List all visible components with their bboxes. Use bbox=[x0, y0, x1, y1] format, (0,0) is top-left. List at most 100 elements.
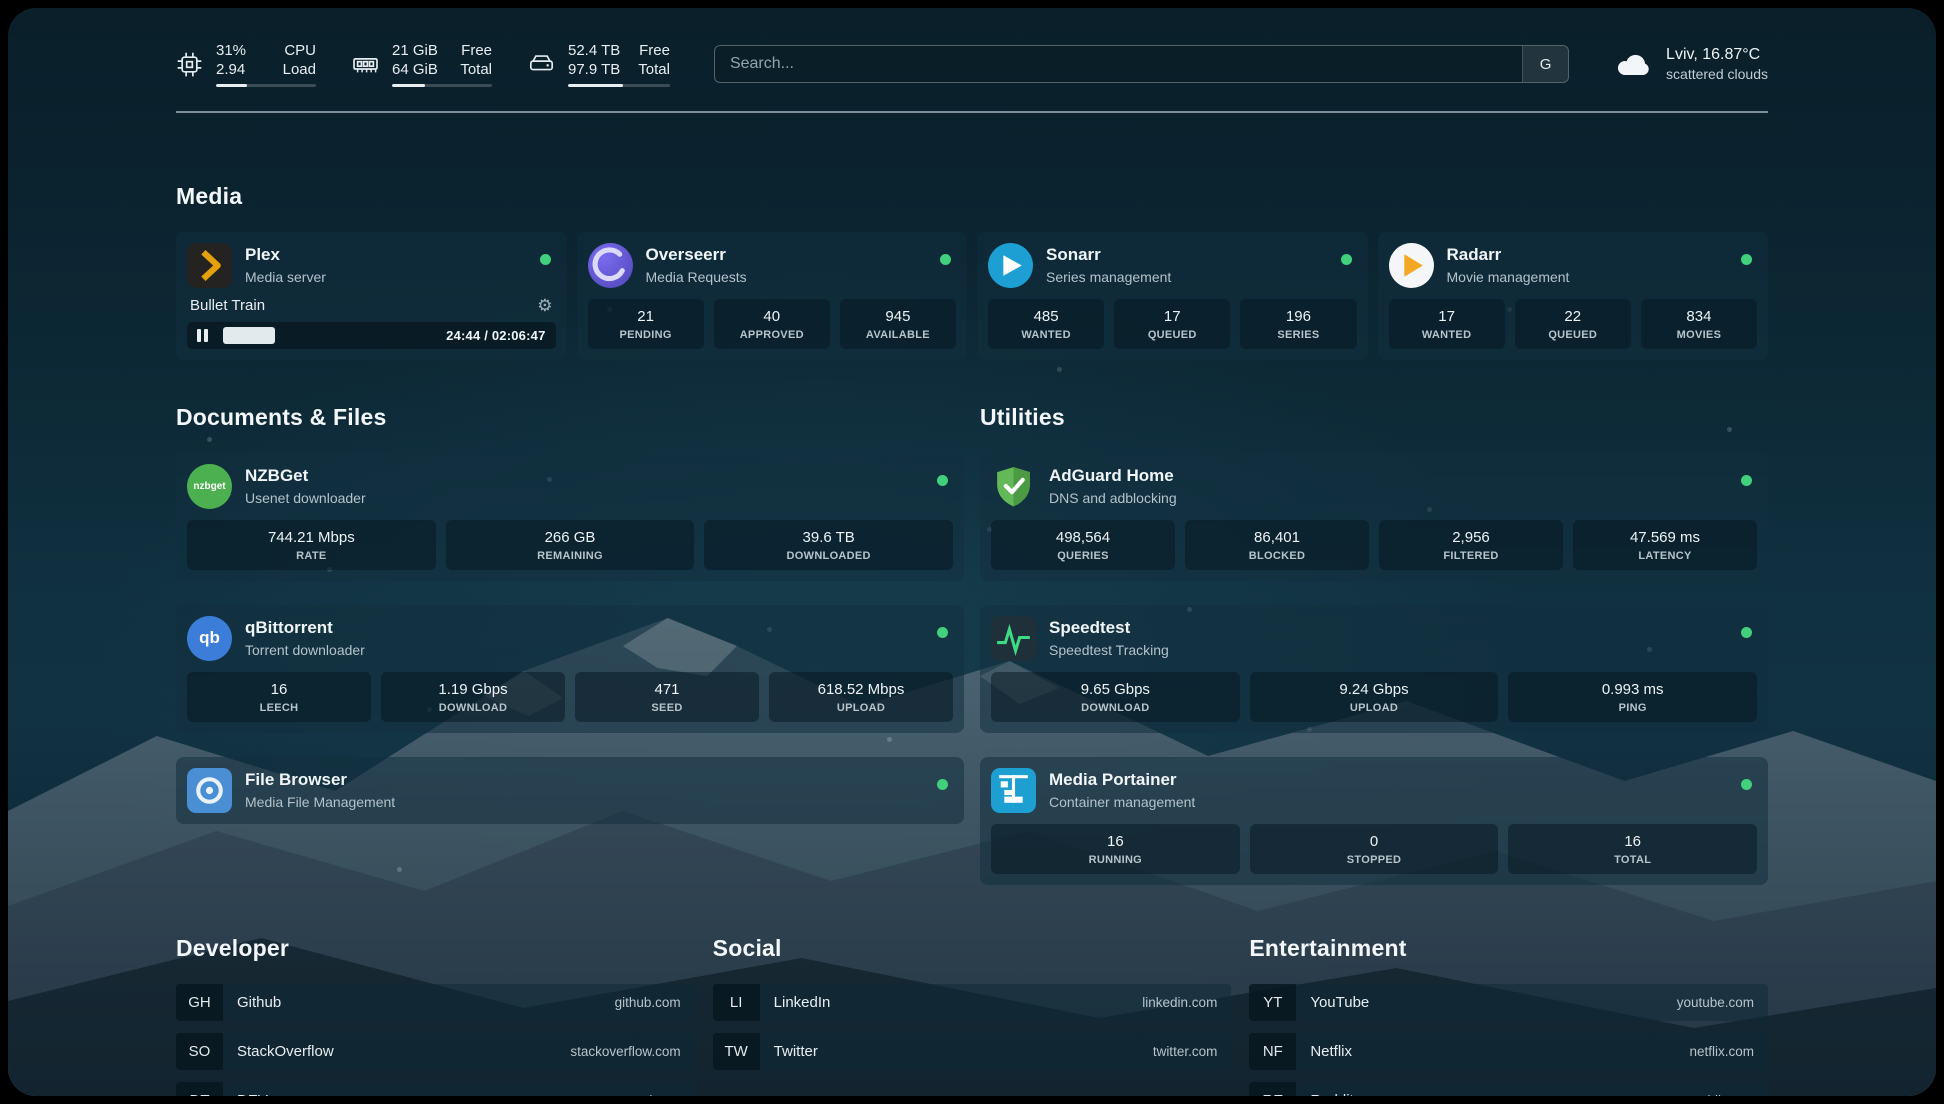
radarr-card[interactable]: Radarr Movie management 17 WANTED 22 QUE… bbox=[1378, 232, 1769, 360]
bookmark-twitter[interactable]: TW Twitter twitter.com bbox=[713, 1033, 1232, 1070]
bookmark-abbr: NF bbox=[1249, 1033, 1296, 1070]
memory-total: 64 GiB bbox=[392, 61, 438, 80]
service-subtitle: Series management bbox=[1046, 269, 1171, 285]
bookmark-netflix[interactable]: NF Netflix netflix.com bbox=[1249, 1033, 1768, 1070]
memory-bar-fill bbox=[392, 84, 425, 87]
bookmark-url: github.com bbox=[615, 995, 681, 1010]
bookmark-linkedin[interactable]: LI LinkedIn linkedin.com bbox=[713, 984, 1232, 1021]
cpu-percent: 31% bbox=[216, 42, 246, 61]
weather-location: Lviv, 16.87°C bbox=[1666, 46, 1768, 64]
cloud-icon bbox=[1615, 49, 1653, 79]
stat-upload: 618.52 Mbps UPLOAD bbox=[769, 672, 953, 722]
stat-wanted: 17 WANTED bbox=[1389, 299, 1505, 349]
disk-widget: 52.4 TB Free 97.9 TB Total bbox=[528, 42, 670, 87]
now-playing-title: Bullet Train bbox=[190, 297, 265, 314]
bookmark-name: Github bbox=[237, 994, 281, 1011]
service-subtitle: Media File Management bbox=[245, 794, 395, 810]
bookmark-name: StackOverflow bbox=[237, 1043, 334, 1060]
bookmark-name: Reddit bbox=[1310, 1092, 1353, 1097]
media-grid: Plex Media server Bullet Train ⚙ 24:44 /… bbox=[176, 232, 1768, 360]
bookmark-name: Twitter bbox=[774, 1043, 818, 1060]
section-title-media: Media bbox=[176, 183, 1768, 210]
disk-icon bbox=[528, 51, 555, 78]
overseerr-icon bbox=[588, 243, 633, 288]
qbittorrent-card[interactable]: qb qBittorrent Torrent downloader 16 LEE… bbox=[176, 605, 964, 733]
documents-column: Documents & Files nzbget NZBGet Usenet d… bbox=[176, 404, 964, 824]
pause-icon[interactable] bbox=[197, 329, 208, 342]
bookmark-url: youtube.com bbox=[1677, 995, 1754, 1010]
stat-rate: 744.21 Mbps RATE bbox=[187, 520, 436, 570]
memory-bar bbox=[392, 84, 492, 87]
search-input[interactable] bbox=[715, 46, 1522, 82]
playback-progress-fill bbox=[223, 327, 275, 344]
section-title-documents: Documents & Files bbox=[176, 404, 964, 431]
stat-leech: 16 LEECH bbox=[187, 672, 371, 722]
section-title-social: Social bbox=[713, 935, 1232, 962]
portainer-card[interactable]: Media Portainer Container management 16 … bbox=[980, 757, 1768, 885]
cpu-bar-fill bbox=[216, 84, 247, 87]
sonarr-card[interactable]: Sonarr Series management 485 WANTED 17 Q… bbox=[977, 232, 1368, 360]
resource-widgets: 31% CPU 2.94 Load bbox=[176, 42, 670, 87]
stat-downloaded: 39.6 TB DOWNLOADED bbox=[704, 520, 953, 570]
stat-blocked: 86,401 BLOCKED bbox=[1185, 520, 1369, 570]
nzbget-icon: nzbget bbox=[187, 464, 232, 509]
stat-total: 16 TOTAL bbox=[1508, 824, 1757, 874]
speedtest-card[interactable]: Speedtest Speedtest Tracking 9.65 Gbps D… bbox=[980, 605, 1768, 733]
entertainment-column: Entertainment YT YouTube youtube.com NF … bbox=[1249, 935, 1768, 1097]
memory-icon bbox=[352, 51, 379, 78]
stat-available: 945 AVAILABLE bbox=[840, 299, 956, 349]
bookmark-abbr: GH bbox=[176, 984, 223, 1021]
service-name: Media Portainer bbox=[1049, 770, 1195, 790]
stat-queued: 17 QUEUED bbox=[1114, 299, 1230, 349]
overseerr-card[interactable]: Overseerr Media Requests 21 PENDING 40 A… bbox=[577, 232, 968, 360]
bookmark-youtube[interactable]: YT YouTube youtube.com bbox=[1249, 984, 1768, 1021]
bookmark-abbr: RE bbox=[1249, 1082, 1296, 1097]
bookmark-github[interactable]: GH Github github.com bbox=[176, 984, 695, 1021]
stat-movies: 834 MOVIES bbox=[1641, 299, 1757, 349]
topbar-divider bbox=[176, 111, 1768, 113]
status-dot bbox=[1741, 779, 1752, 790]
stat-download: 9.65 Gbps DOWNLOAD bbox=[991, 672, 1240, 722]
dashboard-screen: 31% CPU 2.94 Load bbox=[8, 8, 1936, 1096]
status-dot bbox=[540, 254, 551, 265]
playback-time: 24:44 / 02:06:47 bbox=[446, 328, 545, 343]
gear-icon[interactable]: ⚙ bbox=[537, 297, 552, 314]
bookmark-dev[interactable]: DT DEV dev.to bbox=[176, 1082, 695, 1097]
social-column: Social LI LinkedIn linkedin.com TW Twitt… bbox=[713, 935, 1232, 1097]
status-dot bbox=[1741, 475, 1752, 486]
nzbget-card[interactable]: nzbget NZBGet Usenet downloader 744.21 M… bbox=[176, 453, 964, 581]
stat-queries: 498,564 QUERIES bbox=[991, 520, 1175, 570]
status-dot bbox=[1741, 254, 1752, 265]
middle-columns: Documents & Files nzbget NZBGet Usenet d… bbox=[176, 404, 1768, 885]
filebrowser-card[interactable]: File Browser Media File Management bbox=[176, 757, 964, 824]
stat-seed: 471 SEED bbox=[575, 672, 759, 722]
radarr-icon bbox=[1389, 243, 1434, 288]
disk-bar-fill bbox=[568, 84, 623, 87]
service-subtitle: Torrent downloader bbox=[245, 642, 365, 658]
top-bar: 31% CPU 2.94 Load bbox=[176, 8, 1768, 87]
qbittorrent-icon: qb bbox=[187, 616, 232, 661]
section-title-utilities: Utilities bbox=[980, 404, 1768, 431]
speedtest-icon bbox=[991, 616, 1036, 661]
portainer-crane-icon bbox=[991, 768, 1036, 813]
bookmark-url: reddit.com bbox=[1691, 1093, 1754, 1097]
stat-approved: 40 APPROVED bbox=[714, 299, 830, 349]
plex-card[interactable]: Plex Media server Bullet Train ⚙ 24:44 /… bbox=[176, 232, 567, 360]
bookmark-reddit[interactable]: RE Reddit reddit.com bbox=[1249, 1082, 1768, 1097]
status-dot bbox=[940, 254, 951, 265]
service-name: qBittorrent bbox=[245, 618, 365, 638]
memory-free: 21 GiB bbox=[392, 42, 438, 61]
adguard-card[interactable]: AdGuard Home DNS and adblocking 498,564 … bbox=[980, 453, 1768, 581]
utilities-column: Utilities bbox=[980, 404, 1768, 885]
bookmark-stackoverflow[interactable]: SO StackOverflow stackoverflow.com bbox=[176, 1033, 695, 1070]
bookmark-url: linkedin.com bbox=[1142, 995, 1217, 1010]
stat-upload: 9.24 Gbps UPLOAD bbox=[1250, 672, 1499, 722]
service-subtitle: DNS and adblocking bbox=[1049, 490, 1177, 506]
stat-download: 1.19 Gbps DOWNLOAD bbox=[381, 672, 565, 722]
bookmark-abbr: YT bbox=[1249, 984, 1296, 1021]
playback-progress-bar[interactable]: 24:44 / 02:06:47 bbox=[187, 322, 556, 349]
service-subtitle: Container management bbox=[1049, 794, 1195, 810]
stat-latency: 47.569 ms LATENCY bbox=[1573, 520, 1757, 570]
disk-bar bbox=[568, 84, 670, 87]
search-provider-button[interactable]: G bbox=[1522, 46, 1568, 82]
